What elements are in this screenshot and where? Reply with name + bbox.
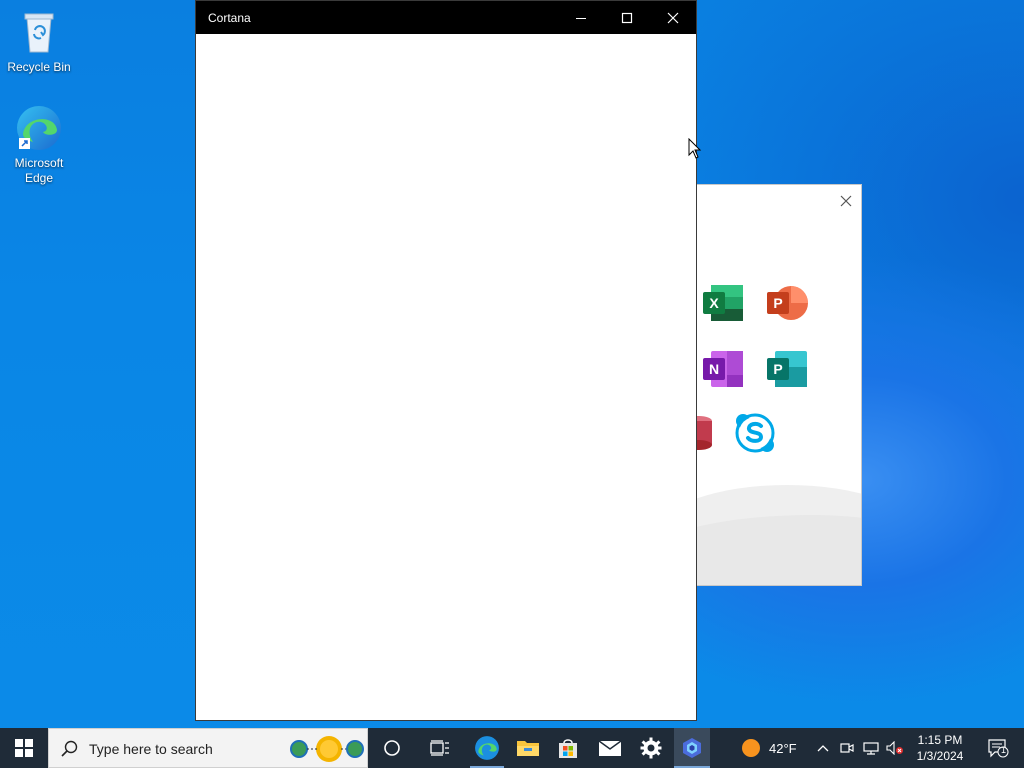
volume-muted-icon bbox=[886, 741, 903, 755]
task-view-icon bbox=[430, 740, 449, 756]
windows-logo-icon bbox=[15, 739, 33, 757]
action-center-button[interactable]: 1 bbox=[978, 728, 1018, 768]
taskbar: Type here to search 42°F 1:15 PM 1/3/202… bbox=[0, 728, 1024, 768]
window-title: Cortana bbox=[208, 11, 251, 25]
taskbar-store[interactable] bbox=[550, 728, 586, 768]
clock-date: 1/3/2024 bbox=[916, 749, 964, 763]
cortana-circle-icon bbox=[384, 740, 400, 756]
start-button[interactable] bbox=[0, 728, 48, 768]
desktop-icon-recycle-bin[interactable]: Recycle Bin bbox=[1, 8, 77, 75]
office-apps-panel: X P N P bbox=[697, 184, 862, 586]
edge-icon bbox=[475, 736, 499, 760]
tray-volume[interactable] bbox=[884, 728, 906, 768]
close-icon bbox=[840, 195, 852, 207]
publisher-icon[interactable]: P bbox=[765, 347, 809, 391]
tray-meet-now[interactable] bbox=[836, 728, 858, 768]
app-icon bbox=[683, 738, 701, 758]
access-icon[interactable] bbox=[697, 411, 717, 455]
decorative-swoosh bbox=[697, 515, 861, 585]
maximize-icon bbox=[621, 12, 633, 23]
skype-icon[interactable] bbox=[733, 411, 777, 455]
cortana-window: Cortana bbox=[195, 0, 697, 721]
excel-icon[interactable]: X bbox=[701, 281, 745, 325]
onenote-icon[interactable]: N bbox=[701, 347, 745, 391]
weather-widget[interactable]: 42°F bbox=[736, 728, 806, 768]
camera-icon bbox=[840, 743, 854, 753]
store-icon bbox=[559, 739, 577, 758]
file-explorer-icon bbox=[517, 741, 539, 756]
weather-temp: 42°F bbox=[769, 740, 797, 756]
settings-gear-icon bbox=[640, 737, 662, 759]
maximize-button[interactable] bbox=[604, 1, 650, 34]
edge-icon bbox=[15, 104, 63, 152]
taskbar-clock[interactable]: 1:15 PM 1/3/2024 bbox=[910, 732, 970, 764]
taskbar-active-app[interactable] bbox=[674, 728, 710, 768]
powerpoint-icon[interactable]: P bbox=[765, 281, 809, 325]
edge-label: Microsoft Edge bbox=[14, 156, 64, 185]
search-placeholder: Type here to search bbox=[89, 741, 213, 757]
mail-icon bbox=[598, 740, 622, 756]
sun-weather-icon bbox=[742, 739, 760, 757]
cortana-button[interactable] bbox=[368, 728, 416, 768]
search-icon bbox=[61, 740, 78, 757]
desktop-icon-edge[interactable]: Microsoft Edge bbox=[1, 104, 77, 186]
task-view-button[interactable] bbox=[416, 728, 464, 768]
search-highlight-icon bbox=[290, 736, 364, 762]
recycle-bin-label: Recycle Bin bbox=[7, 60, 71, 74]
taskbar-mail[interactable] bbox=[590, 728, 630, 768]
taskbar-search-box[interactable]: Type here to search bbox=[48, 728, 368, 768]
show-hidden-icons-button[interactable] bbox=[812, 728, 834, 768]
excel-letter: X bbox=[709, 295, 719, 311]
onenote-letter: N bbox=[709, 361, 719, 377]
office-panel-close-button[interactable] bbox=[823, 185, 861, 217]
close-button[interactable] bbox=[650, 1, 696, 34]
taskbar-file-explorer[interactable] bbox=[510, 728, 546, 768]
notification-count: 1 bbox=[1001, 745, 1007, 755]
tray-network[interactable] bbox=[860, 728, 882, 768]
minimize-icon bbox=[576, 17, 586, 19]
minimize-button[interactable] bbox=[558, 1, 604, 34]
cortana-content-area bbox=[196, 34, 696, 720]
chevron-up-icon bbox=[817, 745, 829, 752]
publisher-letter: P bbox=[773, 361, 782, 377]
taskbar-edge[interactable] bbox=[464, 728, 510, 768]
taskbar-settings[interactable] bbox=[630, 728, 672, 768]
mouse-cursor-icon bbox=[688, 138, 702, 159]
recycle-bin-icon bbox=[15, 8, 63, 56]
close-icon bbox=[667, 12, 679, 23]
cortana-titlebar[interactable]: Cortana bbox=[196, 1, 696, 34]
clock-time: 1:15 PM bbox=[917, 733, 963, 747]
powerpoint-letter: P bbox=[773, 295, 782, 311]
network-icon bbox=[863, 742, 879, 755]
